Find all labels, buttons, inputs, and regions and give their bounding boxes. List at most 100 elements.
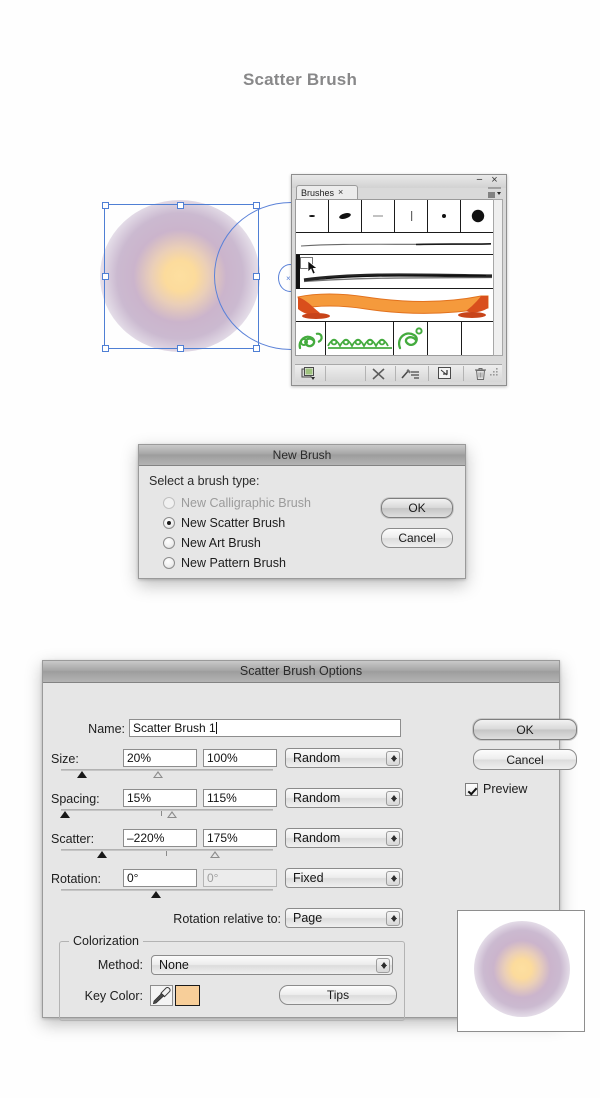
tab-close-icon[interactable]: ×: [338, 186, 343, 198]
minimize-icon[interactable]: −: [475, 175, 484, 186]
remove-brush-link-icon[interactable]: [372, 368, 385, 383]
size-mode-dropdown[interactable]: Random: [285, 748, 403, 768]
brush-dash[interactable]: [362, 200, 395, 232]
spacing-mode-dropdown[interactable]: Random: [285, 788, 403, 808]
chevron-updown-icon[interactable]: [386, 911, 400, 926]
spacing-min-input[interactable]: 15%: [123, 789, 197, 807]
chevron-updown-icon[interactable]: [376, 958, 390, 973]
rotation-max-input: 0°: [203, 869, 277, 887]
spacing-slider-tick: [161, 811, 162, 816]
pattern-brush-cell[interactable]: [428, 322, 462, 355]
brush-row-charcoal[interactable]: [296, 255, 496, 289]
eyedropper-icon[interactable]: [150, 985, 173, 1006]
selection-handle[interactable]: [102, 345, 109, 352]
pattern-brush-cell[interactable]: [296, 322, 326, 355]
preview-checkbox-row[interactable]: Preview: [465, 782, 527, 796]
rotation-relative-dropdown[interactable]: Page: [285, 908, 403, 928]
brush-row-orange-banner[interactable]: [296, 289, 496, 322]
resize-grip-icon[interactable]: [490, 368, 499, 380]
radio-label: New Scatter Brush: [181, 516, 286, 530]
pattern-brush-cell[interactable]: [394, 322, 428, 355]
new-brush-cancel-button[interactable]: Cancel: [381, 528, 453, 548]
new-brush-icon[interactable]: [438, 367, 452, 383]
close-icon[interactable]: ×: [489, 175, 500, 186]
brush-row-calligraphic[interactable]: [296, 200, 496, 233]
preview-label: Preview: [483, 782, 528, 796]
selection-handle[interactable]: [102, 273, 109, 280]
spacing-max-input[interactable]: 115%: [203, 789, 277, 807]
spacing-min-slider-thumb[interactable]: [60, 811, 70, 818]
colorization-legend: Colorization: [69, 934, 144, 948]
radio-icon-selected[interactable]: [163, 517, 175, 529]
scatter-max-input[interactable]: 175%: [203, 829, 277, 847]
radio-icon[interactable]: [163, 537, 175, 549]
cursor-arrow-icon: [307, 260, 318, 275]
brush-libraries-icon[interactable]: [301, 367, 317, 383]
brush-vertical[interactable]: [395, 200, 428, 232]
scatter-min-input[interactable]: –220%: [123, 829, 197, 847]
brushes-panel-footer[interactable]: [295, 364, 502, 382]
chevron-updown-icon[interactable]: [386, 751, 400, 766]
rotation-min-input[interactable]: 0°: [123, 869, 197, 887]
size-min-input[interactable]: 20%: [123, 749, 197, 767]
delete-brush-icon[interactable]: [474, 367, 487, 384]
scatter-max-slider-thumb[interactable]: [210, 851, 220, 858]
name-input[interactable]: Scatter Brush 1: [129, 719, 401, 737]
colorization-group: [59, 941, 405, 1021]
scatter-ok-button[interactable]: OK: [473, 719, 577, 740]
selection-handle[interactable]: [177, 345, 184, 352]
footer-divider: [325, 366, 326, 381]
rotation-mode-dropdown[interactable]: Fixed: [285, 868, 403, 888]
size-slider-track[interactable]: [61, 769, 273, 771]
brushes-panel[interactable]: − × Brushes ×: [291, 174, 507, 386]
brush-oval[interactable]: [329, 200, 362, 232]
radio-label: New Calligraphic Brush: [181, 496, 311, 510]
panel-menu-icon[interactable]: [487, 187, 503, 199]
rotation-slider-thumb[interactable]: [151, 891, 161, 898]
options-of-object-icon[interactable]: [401, 368, 420, 383]
pattern-brush-cell[interactable]: [462, 322, 496, 355]
scatter-cancel-button[interactable]: Cancel: [473, 749, 577, 770]
rotation-mode-value: Fixed: [293, 871, 324, 885]
chevron-updown-icon[interactable]: [386, 871, 400, 886]
art-brush-charcoal: [303, 273, 493, 283]
brush-row-thin-stroke[interactable]: [296, 233, 496, 255]
tab-brushes-label: Brushes: [301, 188, 335, 198]
key-color-swatch[interactable]: [175, 985, 200, 1006]
radio-icon[interactable]: [163, 497, 175, 509]
selection-handle[interactable]: [253, 345, 260, 352]
size-max-slider-thumb[interactable]: [153, 771, 163, 778]
tips-button[interactable]: Tips: [279, 985, 397, 1005]
spacing-max-slider-thumb[interactable]: [167, 811, 177, 818]
chevron-updown-icon[interactable]: [386, 791, 400, 806]
new-brush-ok-button[interactable]: OK: [381, 498, 453, 518]
brushes-scrollbar[interactable]: [493, 199, 503, 356]
chevron-updown-icon[interactable]: [386, 831, 400, 846]
rotation-slider-track[interactable]: [61, 889, 273, 891]
scatter-slider-track[interactable]: [61, 849, 273, 851]
selection-handle[interactable]: [102, 202, 109, 209]
artwork-canvas[interactable]: ×: [96, 192, 368, 377]
scatter-brush-options-title: Scatter Brush Options: [43, 661, 559, 683]
scatter-min-slider-thumb[interactable]: [97, 851, 107, 858]
tab-brushes[interactable]: Brushes: [296, 185, 358, 199]
preview-checkbox[interactable]: [465, 783, 478, 796]
brush-small-dot[interactable]: [428, 200, 461, 232]
scatter-mode-dropdown[interactable]: Random: [285, 828, 403, 848]
brush-large-dot[interactable]: [461, 200, 496, 232]
selection-handle[interactable]: [177, 202, 184, 209]
brush-3pt-round[interactable]: [296, 200, 329, 232]
radio-icon[interactable]: [163, 557, 175, 569]
footer-divider: [365, 366, 366, 381]
size-min-slider-thumb[interactable]: [77, 771, 87, 778]
brush-row-green-floral[interactable]: [296, 322, 496, 355]
size-max-input[interactable]: 100%: [203, 749, 277, 767]
page-title: Scatter Brush: [242, 70, 358, 89]
method-dropdown[interactable]: None: [151, 955, 393, 975]
method-value: None: [159, 958, 189, 972]
size-mode-value: Random: [293, 751, 341, 765]
pattern-brush-cell[interactable]: [326, 322, 394, 355]
brushes-list[interactable]: [295, 199, 497, 356]
radio-label: New Art Brush: [181, 536, 261, 550]
text-caret: [215, 722, 217, 734]
